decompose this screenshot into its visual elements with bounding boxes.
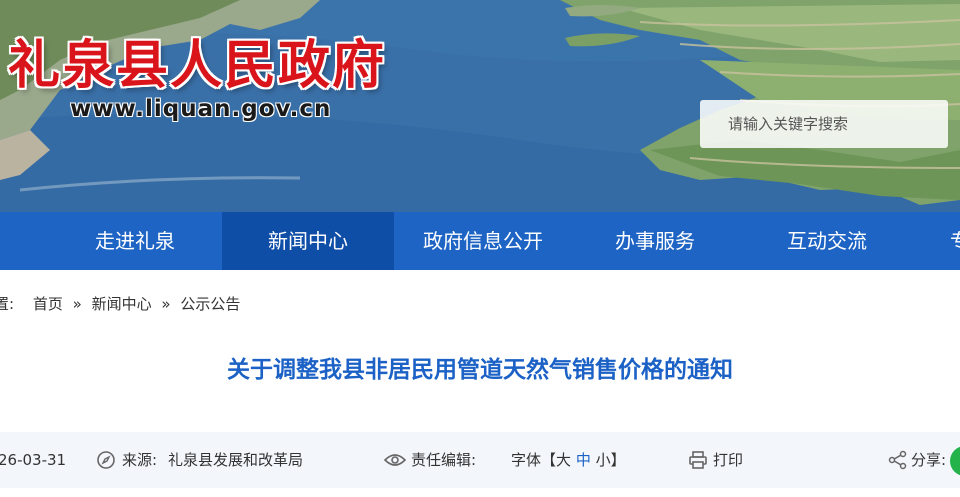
- font-size-close: 】: [610, 451, 626, 469]
- font-size-medium[interactable]: 中: [576, 451, 591, 469]
- printer-icon[interactable]: [688, 450, 708, 470]
- font-size-large[interactable]: 大: [556, 451, 571, 469]
- site-title: 礼泉县人民政府: [8, 36, 387, 96]
- share-label: 分享:: [911, 451, 947, 469]
- share-icon: [888, 450, 907, 470]
- breadcrumb-news[interactable]: 新闻中心: [92, 293, 152, 314]
- nav-item-special[interactable]: 专: [950, 212, 960, 270]
- print-button[interactable]: 打印: [713, 432, 743, 488]
- breadcrumb-home[interactable]: 首页: [33, 293, 63, 314]
- nav-item-interaction[interactable]: 互动交流: [752, 212, 902, 270]
- font-size-switch: 字体【大 中 小】: [511, 432, 626, 488]
- article-meta-bar: 26-03-31 来源: 礼泉县发展和改革局 责任编辑: 字体【大 中 小】 打…: [0, 432, 960, 488]
- breadcrumb-separator: »: [72, 295, 82, 313]
- font-size-small[interactable]: 小: [596, 451, 611, 469]
- compass-icon: [97, 451, 115, 469]
- breadcrumb-prefix: 置:: [0, 295, 15, 313]
- header-banner: 礼泉县人民政府 www.liquan.gov.cn: [0, 0, 960, 212]
- eye-icon: [384, 454, 406, 466]
- nav-item-gov-info[interactable]: 政府信息公开: [400, 212, 566, 270]
- site-url: www.liquan.gov.cn: [70, 96, 332, 122]
- source-label: 来源:: [122, 451, 158, 469]
- search-input[interactable]: [700, 100, 948, 148]
- source-value: 礼泉县发展和改革局: [168, 451, 304, 469]
- nav-item-services[interactable]: 办事服务: [580, 212, 730, 270]
- main-nav: 走进礼泉 新闻中心 政府信息公开 办事服务 互动交流 专: [0, 212, 960, 270]
- breadcrumb: 置: 首页 » 新闻中心 » 公示公告: [0, 293, 240, 315]
- font-size-label: 字体【: [511, 451, 557, 469]
- publish-date: 26-03-31: [0, 451, 67, 469]
- editor-label: 责任编辑:: [411, 451, 477, 469]
- breadcrumb-separator: »: [161, 295, 171, 313]
- nav-item-news[interactable]: 新闻中心: [222, 212, 394, 270]
- breadcrumb-notices[interactable]: 公示公告: [180, 293, 240, 314]
- page: 礼泉县人民政府 www.liquan.gov.cn 走进礼泉 新闻中心 政府信息…: [0, 0, 960, 497]
- nav-item-about[interactable]: 走进礼泉: [60, 212, 210, 270]
- article-title: 关于调整我县非居民用管道天然气销售价格的通知: [227, 357, 733, 383]
- search-box: [700, 100, 948, 148]
